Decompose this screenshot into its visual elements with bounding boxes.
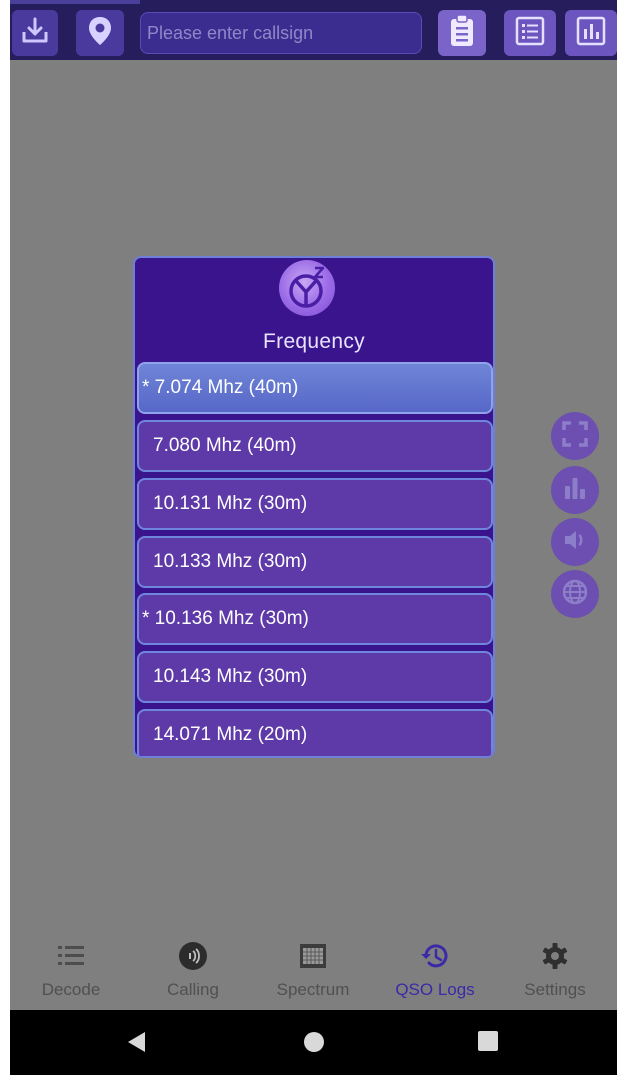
download-icon (20, 16, 50, 51)
frequency-item[interactable]: * 7.074 Mhz (40m) (137, 362, 493, 414)
nav-item-qso-logs[interactable]: QSO Logs (380, 930, 490, 1010)
chart-button[interactable] (565, 10, 617, 56)
nav-item-decode[interactable]: Decode (16, 930, 126, 1010)
nav-label: Decode (41, 980, 101, 999)
list-button[interactable] (504, 10, 556, 56)
frequency-item[interactable]: 10.133 Mhz (30m) (137, 536, 493, 588)
history-icon (419, 936, 451, 976)
frequency-item[interactable]: 14.071 Mhz (20m) (137, 709, 493, 756)
home-circle-icon (302, 1030, 326, 1059)
nav-label: Settings (524, 980, 586, 999)
nav-item-calling[interactable]: Calling (138, 930, 248, 1010)
speaker-icon (561, 526, 589, 559)
globe-icon (561, 578, 589, 611)
spectrum-icon (298, 936, 328, 976)
frequency-item[interactable]: 10.131 Mhz (30m) (137, 478, 493, 530)
back-button[interactable] (125, 1030, 147, 1059)
globe-button[interactable] (551, 570, 599, 618)
app-screen: Frequency * 7.074 Mhz (40m) 7.080 Mhz (4… (10, 0, 617, 1075)
frequency-label: 10.143 Mhz (30m) (153, 666, 308, 687)
fullscreen-icon (561, 420, 589, 453)
frequency-label: 10.133 Mhz (30m) (153, 551, 308, 572)
home-button[interactable] (302, 1030, 326, 1059)
app-logo-icon (279, 260, 335, 316)
frequency-label: * 10.136 Mhz (30m) (142, 608, 309, 629)
nav-label: QSO Logs (395, 980, 475, 999)
top-bar (10, 0, 617, 60)
frequency-label: 7.080 Mhz (40m) (153, 435, 297, 456)
system-navigation-bar (10, 1010, 617, 1075)
speaker-button[interactable] (551, 518, 599, 566)
frequency-label: 10.131 Mhz (30m) (153, 493, 308, 514)
location-button[interactable] (76, 10, 124, 56)
list-icon (56, 936, 86, 976)
frequency-dialog: Frequency * 7.074 Mhz (40m) 7.080 Mhz (4… (133, 256, 495, 758)
frequency-item[interactable]: 7.080 Mhz (40m) (137, 420, 493, 472)
back-triangle-icon (125, 1030, 147, 1059)
bar-chart-icon (561, 474, 589, 507)
nav-item-settings[interactable]: Settings (500, 930, 610, 1010)
callsign-input[interactable] (140, 12, 422, 54)
nav-label: Spectrum (276, 980, 350, 999)
list-icon (514, 15, 546, 52)
recents-square-icon (477, 1030, 499, 1057)
download-button[interactable] (12, 10, 58, 56)
frequency-item[interactable]: 10.143 Mhz (30m) (137, 651, 493, 703)
gear-icon (540, 936, 570, 976)
clipboard-icon (449, 13, 475, 53)
clipboard-button[interactable] (438, 10, 486, 56)
frequency-item[interactable]: * 10.136 Mhz (30m) (137, 593, 493, 645)
recents-button[interactable] (477, 1030, 499, 1057)
nav-item-spectrum[interactable]: Spectrum (258, 930, 368, 1010)
bar-chart-icon (575, 15, 607, 52)
bottom-navigation: Decode Calling Spectrum QSO Logs Setting… (10, 930, 617, 1010)
location-pin-icon (86, 15, 114, 52)
nav-label: Calling (167, 980, 219, 999)
frequency-label: 14.071 Mhz (20m) (153, 724, 308, 745)
calling-icon (177, 936, 209, 976)
fullscreen-button[interactable] (551, 412, 599, 460)
frequency-label: * 7.074 Mhz (40m) (142, 377, 299, 398)
dialog-title: Frequency (263, 330, 365, 353)
top-accent-line (10, 0, 140, 4)
spectrum-toggle-button[interactable] (551, 466, 599, 514)
